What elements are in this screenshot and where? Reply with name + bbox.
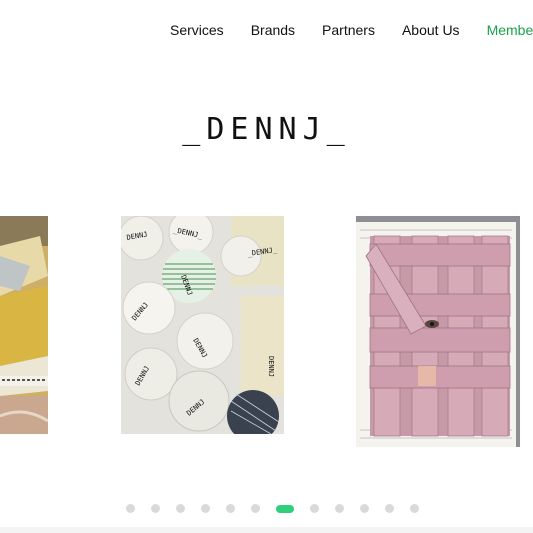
- svg-text:DENNJ: DENNJ: [267, 356, 275, 377]
- page: Services Brands Partners About Us Member…: [0, 0, 533, 533]
- carousel-dot-3[interactable]: [176, 504, 185, 513]
- carousel-dot-11[interactable]: [385, 504, 394, 513]
- nav-brands[interactable]: Brands: [251, 22, 295, 38]
- carousel-slide-left[interactable]: [0, 216, 48, 434]
- carousel-dot-2[interactable]: [151, 504, 160, 513]
- carousel-dot-1[interactable]: [126, 504, 135, 513]
- nav-member-area[interactable]: Member Area: [487, 22, 533, 38]
- nav-about-us[interactable]: About Us: [402, 22, 460, 38]
- woven-fabric-image: [356, 216, 520, 447]
- nav-services[interactable]: Services: [170, 22, 224, 38]
- carousel-dot-8[interactable]: [310, 504, 319, 513]
- footer-strip: [0, 527, 533, 533]
- carousel-dot-9[interactable]: [335, 504, 344, 513]
- carousel-dot-6[interactable]: [251, 504, 260, 513]
- carousel-slide-dennj-labels[interactable]: DENNJ _DENNJ_ _DENNJ_ DENNJ DENNJ DENNJ …: [121, 216, 284, 434]
- carousel-dot-5[interactable]: [226, 504, 235, 513]
- nav-partners[interactable]: Partners: [322, 22, 375, 38]
- textile-image: [0, 216, 48, 434]
- carousel-dot-12[interactable]: [410, 504, 419, 513]
- site-logo[interactable]: _DENNJ_: [0, 112, 533, 147]
- carousel-slide-woven-fabric[interactable]: [356, 216, 520, 447]
- main-nav: Services Brands Partners About Us Member…: [170, 22, 533, 38]
- carousel-dot-10[interactable]: [360, 504, 369, 513]
- dennj-labels-image: DENNJ _DENNJ_ _DENNJ_ DENNJ DENNJ DENNJ …: [121, 216, 284, 434]
- carousel-dot-4[interactable]: [201, 504, 210, 513]
- carousel-dot-7-active[interactable]: [276, 504, 294, 513]
- carousel-pagination: [126, 504, 435, 513]
